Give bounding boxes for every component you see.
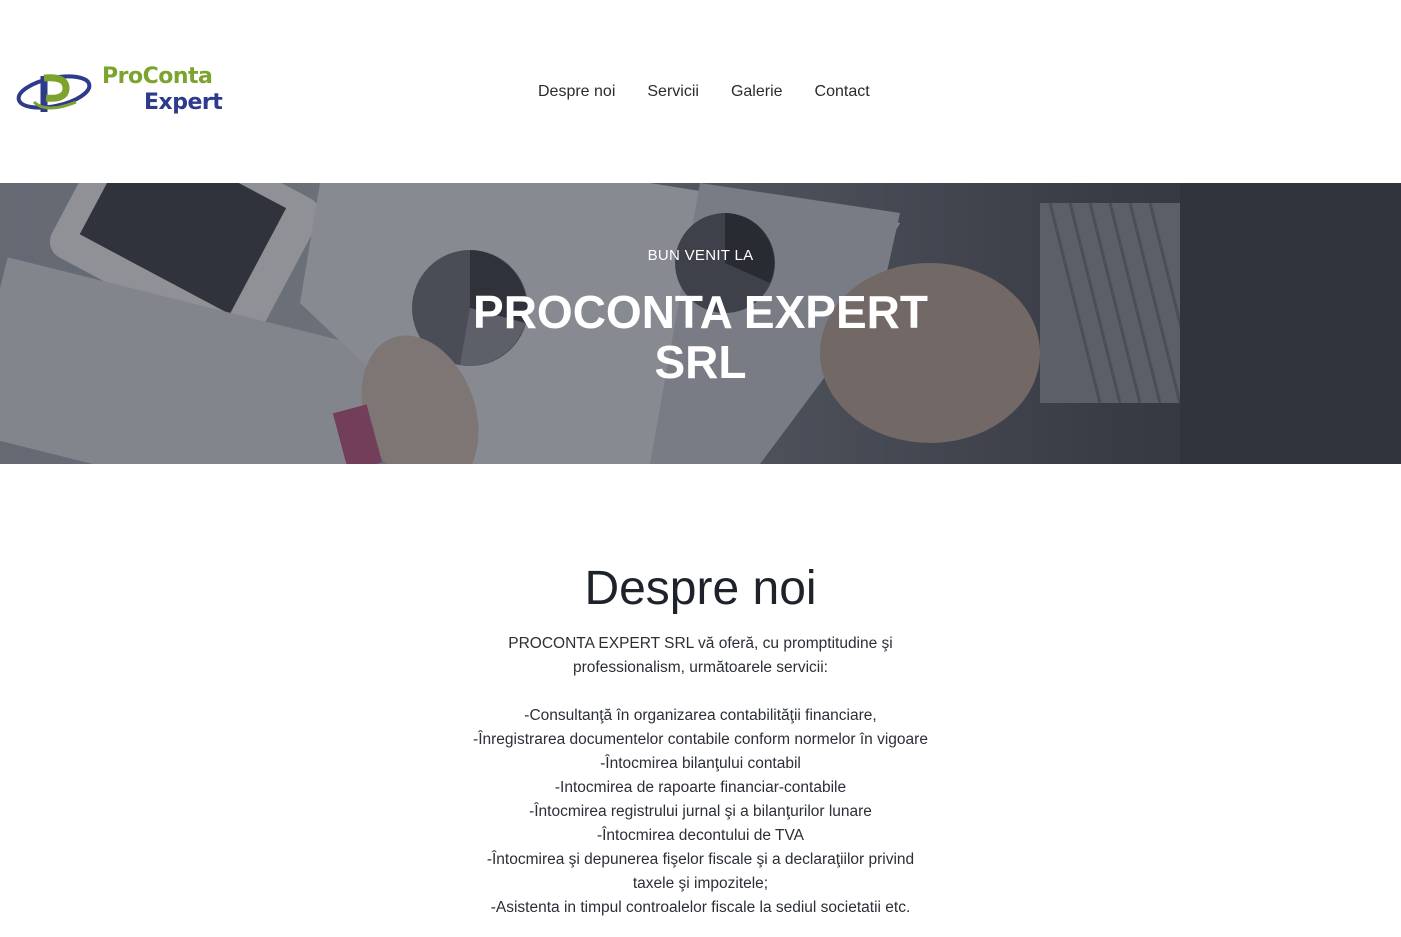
hero-title: PROCONTA EXPERT SRL <box>473 286 928 388</box>
service-item: -Întocmirea bilanţului contabil <box>600 755 801 772</box>
service-item: -Consultanţă în organizarea contabilităţ… <box>524 707 877 724</box>
nav-galerie[interactable]: Galerie <box>731 82 783 102</box>
nav-despre-noi[interactable]: Despre noi <box>538 82 615 102</box>
service-item: -Întocmirea decontului de TVA <box>596 827 805 844</box>
about-title: Despre noi <box>584 562 817 615</box>
nav-contact[interactable]: Contact <box>815 82 870 102</box>
service-item: -Intocmirea de rapoarte financiar-contab… <box>554 779 847 796</box>
service-item: -Înregistrarea documentelor contabile co… <box>473 731 928 748</box>
logo-text-expert: Expert <box>144 90 223 115</box>
service-item: -Asistenta in timpul controalelor fiscal… <box>490 899 911 916</box>
about-body: PROCONTA EXPERT SRL vă oferă, cu prompti… <box>471 632 931 920</box>
logo-text-proconta: ProConta <box>102 64 213 89</box>
about-section: Despre noi PROCONTA EXPERT SRL vă oferă,… <box>0 464 1401 920</box>
service-item: -Întocmirea şi depunerea fişelor fiscale… <box>486 851 915 892</box>
logo-mark-icon <box>16 74 92 112</box>
service-item: -Întocmirea registrului jurnal şi a bila… <box>529 803 872 820</box>
site-header: ProConta Expert Despre noi Servicii Gale… <box>0 0 1401 183</box>
logo[interactable]: ProConta Expert <box>16 62 226 122</box>
hero-kicker: BUN VENIT LA <box>647 247 754 264</box>
about-intro: PROCONTA EXPERT SRL vă oferă, cu prompti… <box>508 635 893 676</box>
nav-servicii[interactable]: Servicii <box>647 82 699 102</box>
hero-banner: BUN VENIT LA PROCONTA EXPERT SRL <box>0 183 1401 464</box>
main-nav: Despre noi Servicii Galerie Contact <box>538 82 902 102</box>
